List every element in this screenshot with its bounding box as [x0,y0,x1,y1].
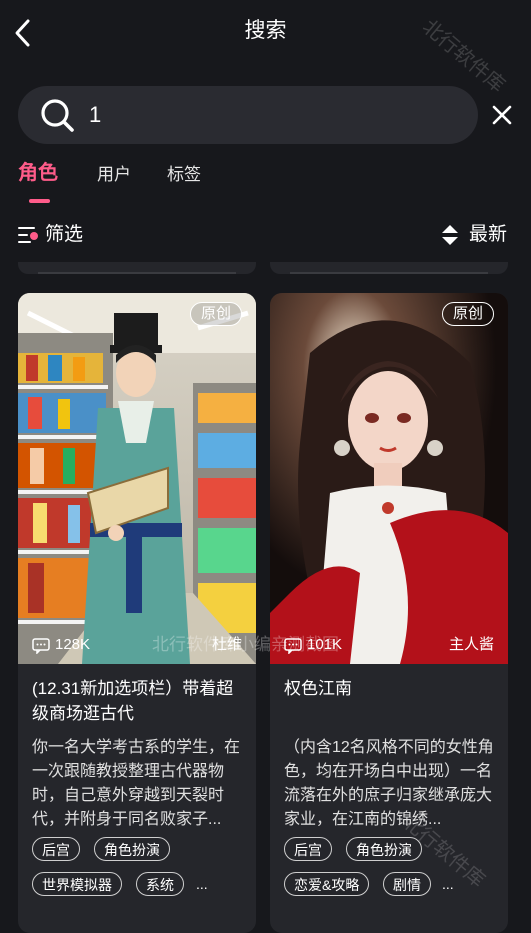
chat-count: 128K [55,636,91,653]
tag-chip[interactable]: 后宫 [32,837,80,861]
search-bar[interactable] [18,86,478,144]
tab-users[interactable]: 用户 [97,163,131,187]
card-description: （内含12名风格不同的女性角色，均在开场白中出现）一名流落在外的庶子归家继承庞大… [284,739,494,828]
filter-button[interactable]: 筛选 [45,222,83,248]
tag-chip[interactable]: 角色扮演 [346,837,422,861]
tab-active-indicator [29,199,50,203]
chat-count: 101K [307,636,343,653]
divider [290,272,488,274]
divider [38,272,236,274]
card-title: (12.31新加选项栏）带着超级商场逛古代 [32,679,234,723]
chat-bubble-icon [32,638,50,654]
tag-chip[interactable]: 剧情 [383,872,431,896]
sort-icon[interactable] [441,224,459,246]
tags-more[interactable]: ... [442,872,454,896]
card-description: 你一名大学考古系的学生，在一次跟随教授整理古代器物时，自己意外穿越到天裂时代，并… [32,739,241,828]
page-title: 搜索 [244,19,287,42]
character-image [18,293,256,664]
character-card[interactable]: 原创 128K 杜维 (12.31新加选项栏）带着超级商场逛古代 你一名大学考古… [18,293,256,933]
tag-chip[interactable]: 世界模拟器 [32,872,122,896]
search-input[interactable]: 1 [89,100,101,130]
tag-chip[interactable]: 后宫 [284,837,332,861]
close-icon[interactable] [490,103,514,127]
author-name[interactable]: 杜维 [212,635,242,655]
chat-bubble-icon [284,638,302,654]
character-image [270,293,508,664]
author-name[interactable]: 主人酱 [449,635,494,655]
original-badge: 原创 [441,302,494,326]
character-card[interactable]: 原创 101K 主人酱 权色江南 （内含12名风格不同的女性角色，均在开场白中出… [270,293,508,933]
tags-more[interactable]: ... [196,872,208,896]
filter-icon[interactable] [18,225,40,245]
original-badge: 原创 [189,302,242,326]
sort-button[interactable]: 最新 [469,222,507,248]
search-icon [41,99,74,132]
tab-characters[interactable]: 角色 [18,161,58,185]
tag-chip[interactable]: 恋爱&攻略 [284,872,370,896]
card-title: 权色江南 [284,679,352,698]
tag-chip[interactable]: 角色扮演 [94,837,170,861]
tab-tags[interactable]: 标签 [167,163,201,187]
tag-chip[interactable]: 系统 [136,872,184,896]
